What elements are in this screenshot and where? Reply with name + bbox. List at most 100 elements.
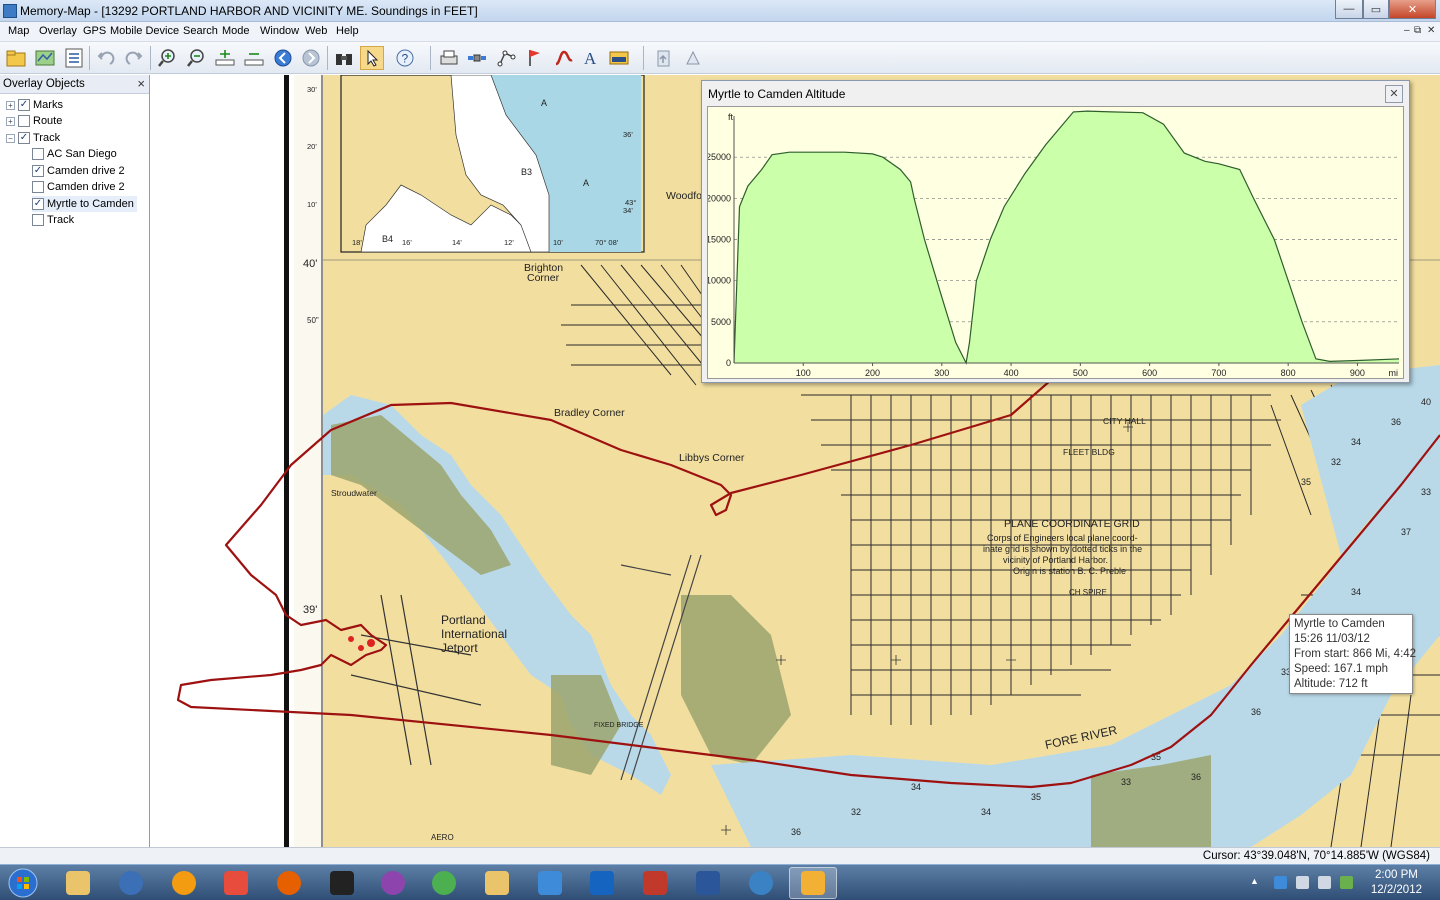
help-question-icon: ?: [396, 49, 414, 67]
print-button[interactable]: [437, 46, 461, 70]
checkbox-myrtle-to-camden[interactable]: ✓: [32, 198, 44, 210]
minimize-button[interactable]: —: [1335, 0, 1363, 19]
menu-help[interactable]: Help: [336, 25, 359, 37]
menu-overlay[interactable]: Overlay: [39, 25, 77, 37]
menu-search[interactable]: Search: [183, 25, 218, 37]
back-button[interactable]: [271, 46, 295, 70]
x-tick-label: 200: [865, 368, 880, 378]
find-button[interactable]: [332, 46, 356, 70]
menu-web[interactable]: Web: [305, 25, 327, 37]
taskbar-vlc[interactable]: [160, 867, 208, 899]
tree-item-route[interactable]: + Route: [6, 113, 62, 129]
tree-item-marks[interactable]: + ✓ Marks: [6, 97, 63, 113]
track-point-tooltip: Myrtle to Camden 15:26 11/03/12 From sta…: [1289, 614, 1416, 694]
checkbox-track-group[interactable]: ✓: [18, 132, 30, 144]
mobile-sync-button[interactable]: [681, 46, 705, 70]
taskbar-pictures[interactable]: [526, 867, 574, 899]
label-fleet-bldg: FLEET BLDG: [1063, 447, 1115, 457]
folder-tools-icon: [485, 871, 509, 895]
gdrive-tray-icon[interactable]: [1340, 876, 1353, 889]
checkbox-camden-drive-2-a[interactable]: ✓: [32, 165, 44, 177]
tree-item-label: Camden drive 2: [47, 181, 125, 193]
menu-bar: Map Overlay GPS Mobile Device Search Mod…: [0, 22, 1440, 42]
altitude-profile-window[interactable]: Myrtle to Camden Altitude ✕ 0 5000 10000 15…: [701, 80, 1410, 383]
network-tray-icon[interactable]: [1296, 876, 1309, 889]
waypoint-tool-button[interactable]: [607, 46, 631, 70]
taskbar-chrome[interactable]: [420, 867, 468, 899]
scale-out-button[interactable]: [242, 46, 266, 70]
x-tick-label: 600: [1142, 368, 1157, 378]
status-bar: Cursor: 43°39.048'N, 70°14.885'W (WGS84): [0, 847, 1440, 864]
mdi-restore-button[interactable]: ⧉: [1414, 25, 1421, 36]
taskbar-exclamation[interactable]: [318, 867, 366, 899]
taskbar-hub[interactable]: [212, 867, 260, 899]
new-text-button[interactable]: A: [580, 46, 604, 70]
zoom-out-button[interactable]: [184, 46, 208, 70]
checkbox-track[interactable]: [32, 214, 44, 226]
label-stroudwater: Stroudwater: [331, 488, 377, 498]
altitude-window-close-button[interactable]: ✕: [1385, 85, 1403, 103]
menu-mode[interactable]: Mode: [222, 25, 250, 37]
label-grid-title: PLANE COORDINATE GRID: [1004, 518, 1140, 530]
open-map-button[interactable]: [4, 46, 28, 70]
svg-text:35: 35: [1031, 792, 1041, 802]
tree-item-camden-drive-2-a[interactable]: ✓ Camden drive 2: [32, 163, 125, 179]
label-inset-b4: B4: [382, 234, 393, 244]
taskbar-memory-map[interactable]: [789, 867, 837, 899]
gps-button[interactable]: [465, 46, 489, 70]
redo-button[interactable]: [122, 46, 146, 70]
altitude-window-title: Myrtle to Camden Altitude: [708, 87, 846, 101]
undo-button[interactable]: [94, 46, 118, 70]
mdi-minimize-button[interactable]: –: [1404, 25, 1410, 36]
expand-icon[interactable]: +: [6, 116, 15, 126]
checkbox-ac-san-diego[interactable]: [32, 148, 44, 160]
panel-close-button[interactable]: ×: [137, 76, 145, 91]
tree-item-camden-drive-2-b[interactable]: Camden drive 2: [32, 179, 125, 195]
menu-gps[interactable]: GPS: [83, 25, 106, 37]
taskbar-firefox[interactable]: [265, 867, 313, 899]
new-track-button[interactable]: [552, 46, 576, 70]
new-route-button[interactable]: [495, 46, 519, 70]
taskbar-itunes[interactable]: [737, 867, 785, 899]
svg-text:36: 36: [1391, 417, 1401, 427]
menu-window[interactable]: Window: [260, 25, 299, 37]
dropbox-tray-icon[interactable]: [1274, 876, 1287, 889]
tree-item-ac-san-diego[interactable]: AC San Diego: [32, 146, 117, 162]
help-button[interactable]: ?: [393, 46, 417, 70]
forward-button[interactable]: [299, 46, 323, 70]
map-view-button[interactable]: [33, 46, 57, 70]
menu-mobile-device[interactable]: Mobile Device: [110, 25, 179, 37]
scale-in-button[interactable]: [213, 46, 237, 70]
expand-icon[interactable]: +: [6, 100, 15, 110]
show-hidden-icons-button[interactable]: ▲: [1250, 876, 1263, 889]
collapse-icon[interactable]: −: [6, 133, 15, 143]
taskbar-q-app[interactable]: [631, 867, 679, 899]
checkbox-route[interactable]: [18, 115, 30, 127]
mobile-upload-button[interactable]: [652, 46, 676, 70]
system-clock[interactable]: 2:00 PM 12/2/2012: [1371, 868, 1422, 898]
tree-item-track-group[interactable]: − ✓ Track: [6, 130, 60, 146]
new-mark-button[interactable]: [523, 46, 547, 70]
mdi-close-button[interactable]: ✕: [1427, 25, 1435, 36]
taskbar-explorer[interactable]: [54, 867, 102, 899]
maximize-button[interactable]: ▭: [1363, 0, 1389, 19]
y-tick-label: 0: [726, 358, 731, 368]
taskbar-folder-tools[interactable]: [473, 867, 521, 899]
tree-item-track[interactable]: Track: [32, 212, 74, 228]
close-button[interactable]: ✕: [1389, 0, 1436, 19]
overlay-list-button[interactable]: [62, 46, 86, 70]
start-button[interactable]: [0, 867, 46, 899]
taskbar-word[interactable]: [684, 867, 732, 899]
taskbar-hp[interactable]: [107, 867, 155, 899]
checkbox-camden-drive-2-b[interactable]: [32, 181, 44, 193]
checkbox-marks[interactable]: ✓: [18, 99, 30, 111]
tree-item-label: AC San Diego: [47, 148, 117, 160]
taskbar-picasa[interactable]: [369, 867, 417, 899]
select-mode-button[interactable]: [360, 46, 384, 70]
zoom-in-button[interactable]: [155, 46, 179, 70]
taskbar-remote[interactable]: [578, 867, 626, 899]
tree-item-myrtle-to-camden[interactable]: ✓ Myrtle to Camden: [32, 196, 137, 212]
menu-map[interactable]: Map: [8, 25, 29, 37]
volume-tray-icon[interactable]: [1318, 876, 1331, 889]
memory-map-app-icon: [3, 4, 17, 18]
